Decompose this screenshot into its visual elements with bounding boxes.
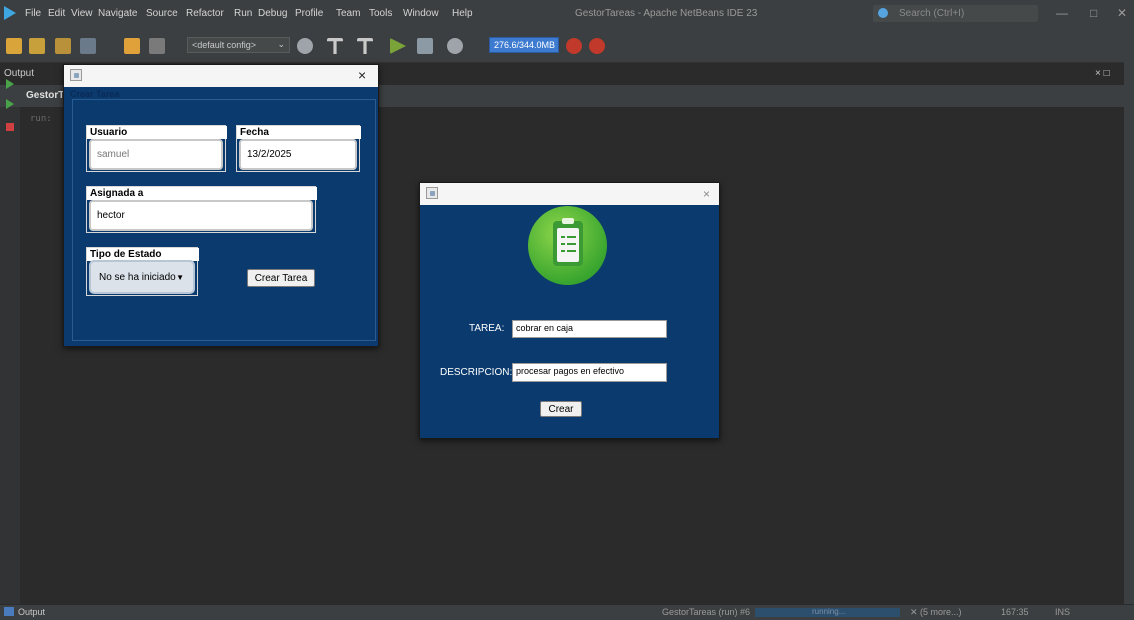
fecha-field[interactable]: 13/2/2025 bbox=[239, 139, 357, 170]
crear-tarea-button[interactable]: Crear Tarea bbox=[247, 269, 315, 287]
window-title: GestorTareas - Apache NetBeans IDE 23 bbox=[575, 8, 758, 19]
output-panel-label: Output bbox=[4, 68, 35, 79]
dialog-titlebar[interactable]: × bbox=[64, 65, 378, 87]
menu-refactor[interactable]: Refactor bbox=[186, 8, 224, 19]
usuario-label: Usuario bbox=[87, 126, 227, 139]
new-project-icon[interactable] bbox=[29, 38, 45, 54]
checklist-bullet bbox=[561, 250, 565, 252]
search-input[interactable]: Search (Ctrl+I) bbox=[873, 5, 1038, 22]
menu-navigate[interactable]: Navigate bbox=[98, 8, 137, 19]
console-text: run: bbox=[30, 114, 52, 124]
usuario-field[interactable]: samuel bbox=[89, 139, 223, 170]
dropdown-arrow-icon: ▼ bbox=[176, 273, 184, 282]
save-all-icon[interactable] bbox=[80, 38, 96, 54]
menu-file[interactable]: File bbox=[25, 8, 41, 19]
statusbar: Output GestorTareas (run) #6 running... … bbox=[0, 604, 1134, 620]
close-icon[interactable]: × bbox=[703, 187, 710, 201]
search-placeholder: Search (Ctrl+I) bbox=[899, 8, 965, 19]
stop-icon[interactable] bbox=[6, 123, 14, 131]
output-gutter bbox=[0, 79, 20, 604]
java-icon bbox=[426, 187, 438, 199]
asignada-field[interactable]: hector bbox=[89, 200, 313, 231]
open-project-icon[interactable] bbox=[55, 38, 71, 54]
toolbar: <default config> ⌄ 276.6/344.0MB bbox=[0, 28, 1134, 63]
build-target-icon[interactable] bbox=[297, 38, 313, 54]
clipboard-paper bbox=[557, 228, 579, 262]
menu-tools[interactable]: Tools bbox=[369, 8, 392, 19]
right-sidebar bbox=[1124, 62, 1134, 604]
run-icon[interactable] bbox=[390, 38, 406, 54]
gc-icon[interactable] bbox=[566, 38, 582, 54]
menu-team[interactable]: Team bbox=[336, 8, 360, 19]
checklist-bullet bbox=[561, 243, 565, 245]
tarea-field[interactable]: cobrar en caja bbox=[512, 320, 667, 338]
menu-debug[interactable]: Debug bbox=[258, 8, 287, 19]
output-icon bbox=[4, 607, 14, 616]
maximize-button[interactable]: □ bbox=[1090, 6, 1097, 20]
menu-help[interactable]: Help bbox=[452, 8, 473, 19]
descripcion-field[interactable]: procesar pagos en efectivo bbox=[512, 363, 667, 382]
undo-icon[interactable] bbox=[124, 38, 140, 54]
panel-controls[interactable]: × □ bbox=[1095, 68, 1110, 79]
statusbar-output-tab[interactable]: Output bbox=[18, 607, 45, 617]
menu-window[interactable]: Window bbox=[403, 8, 439, 19]
more-tasks[interactable]: ✕ (5 more...) bbox=[910, 607, 962, 618]
asignada-label: Asignada a bbox=[87, 187, 317, 200]
form-caption: Crear Tarea bbox=[70, 89, 120, 99]
profiler-icon[interactable] bbox=[589, 38, 605, 54]
insert-mode: INS bbox=[1055, 607, 1071, 617]
menu-source[interactable]: Source bbox=[146, 8, 178, 19]
new-file-icon[interactable] bbox=[6, 38, 22, 54]
checklist-line bbox=[567, 236, 576, 238]
config-value: <default config> bbox=[192, 40, 257, 50]
menu-edit[interactable]: Edit bbox=[48, 8, 65, 19]
chevron-down-icon: ⌄ bbox=[277, 39, 285, 49]
debug-icon[interactable] bbox=[417, 38, 433, 54]
clean-build-icon[interactable] bbox=[357, 38, 373, 54]
caret-position: 167:35 bbox=[1001, 607, 1029, 617]
memory-indicator[interactable]: 276.6/344.0MB bbox=[489, 37, 559, 53]
java-icon bbox=[70, 69, 82, 81]
estado-select[interactable]: No se ha iniciado ▼ bbox=[89, 260, 195, 294]
config-select[interactable]: <default config> ⌄ bbox=[187, 37, 290, 53]
dialog-titlebar[interactable]: × bbox=[420, 183, 719, 205]
build-icon[interactable] bbox=[327, 38, 343, 54]
minimize-button[interactable]: — bbox=[1056, 6, 1068, 20]
checklist-bullet bbox=[561, 236, 565, 238]
profile-icon[interactable] bbox=[447, 38, 463, 54]
clipboard-clip bbox=[562, 218, 574, 224]
menu-run[interactable]: Run bbox=[234, 8, 252, 19]
checklist-line bbox=[567, 243, 576, 245]
estado-value: No se ha iniciado bbox=[99, 271, 176, 283]
close-window-button[interactable]: ✕ bbox=[1117, 6, 1127, 20]
redo-icon[interactable] bbox=[149, 38, 165, 54]
netbeans-icon bbox=[4, 6, 16, 20]
fecha-label: Fecha bbox=[237, 126, 361, 139]
menu-view[interactable]: View bbox=[71, 8, 93, 19]
checklist-line bbox=[567, 250, 576, 252]
statusbar-task: GestorTareas (run) #6 bbox=[662, 607, 751, 617]
progress-text: running... bbox=[812, 607, 846, 616]
tarea-label: TAREA: bbox=[469, 323, 505, 334]
search-icon bbox=[878, 8, 888, 18]
menu-profile[interactable]: Profile bbox=[295, 8, 323, 19]
descripcion-label: DESCRIPCION: bbox=[440, 367, 513, 378]
close-icon[interactable]: × bbox=[358, 67, 366, 83]
crear-button[interactable]: Crear bbox=[540, 401, 582, 417]
